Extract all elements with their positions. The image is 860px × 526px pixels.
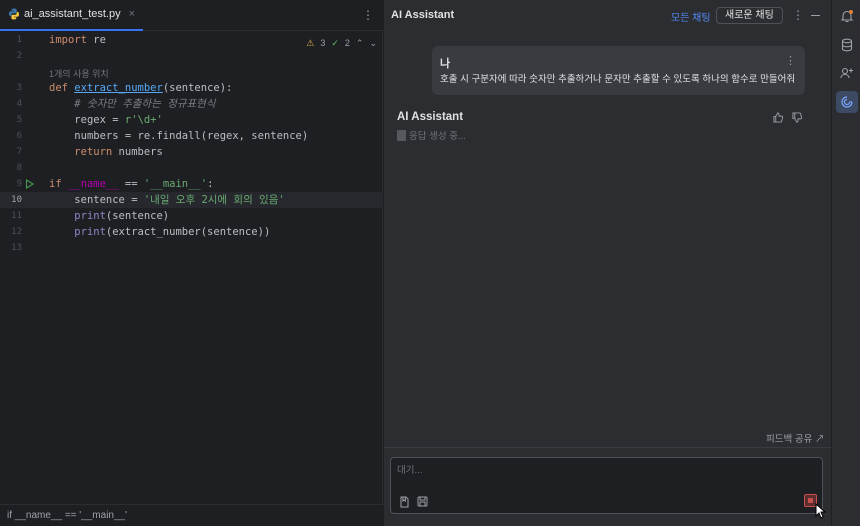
line-number: 9 [16,179,22,189]
line-number: 11 [11,211,22,221]
ai-response-author: AI Assistant [397,111,464,123]
code-text: : [207,178,214,190]
ai-assistant-panel: AI Assistant 모든 채팅 새로운 채팅 ⋮ 나 ⋮ 호출 시 구분자… [384,0,831,526]
thumbs-up-icon[interactable] [773,112,784,123]
ai-assistant-button[interactable] [836,91,858,113]
code-line: 6 numbers = re.findall(regex, sentence) [0,128,383,144]
line-number: 8 [16,163,22,173]
code-line: 8 [0,160,383,176]
typing-cursor [397,129,406,141]
function-name: extract_number [74,82,163,94]
file-tab-label: ai_assistant_test.py [24,8,121,20]
code-text: == [118,178,144,190]
add-context-icon[interactable] [399,496,410,508]
notifications-icon [840,10,854,23]
code-line: 2 [0,48,383,64]
line-number: 1 [16,35,22,45]
line-number: 3 [16,83,22,93]
database-button[interactable] [836,34,858,56]
line-number: 12 [11,227,22,237]
code-line: 12 print(extract_number(sentence)) [0,224,383,240]
code-text: re [86,34,106,46]
mouse-cursor-icon [815,503,827,519]
editor-more-icon[interactable]: ⋮ [362,8,374,22]
keyword: def [49,82,68,94]
line-number: 4 [16,99,22,109]
code-line: 7 return numbers [0,144,383,160]
ai-assistant-icon [841,96,853,108]
string-literal: '내일 오후 2시에 회의 있음' [143,194,285,206]
code-text: numbers [112,146,163,158]
editor-tabbar: ai_assistant_test.py × ⋮ [0,0,383,31]
code-line: 9 if __name__ == '__main__': [0,176,383,192]
builtin: print [74,210,106,222]
builtin: print [74,226,106,238]
dunder-name: __name__ [67,178,119,190]
assistant-title: AI Assistant [391,9,455,21]
file-tab[interactable]: ai_assistant_test.py × [0,0,144,31]
database-icon [841,38,853,52]
line-number: 6 [16,131,22,141]
feedback-buttons [773,112,803,123]
string-literal: r'\d+' [124,114,163,126]
share-feedback-link[interactable]: 피드백 공유 ↗ [766,431,824,445]
line-number: 7 [16,147,22,157]
plugins-button[interactable] [836,62,858,84]
user-message-bubble: 나 ⋮ 호출 시 구분자에 따라 숫자만 추출하거나 문자만 추출할 수 있도록… [432,46,805,95]
assistant-header: AI Assistant 모든 채팅 새로운 채팅 ⋮ [384,0,831,31]
line-number: 2 [16,51,22,61]
ide-window: ai_assistant_test.py × ⋮ 1 import re ⚠ 3 … [0,0,860,526]
line-number: 10 [11,195,22,205]
code-line: 4 # 숫자만 추출하는 정규표현식 [0,96,383,112]
editor-panel: ai_assistant_test.py × ⋮ 1 import re ⚠ 3 … [0,0,383,526]
close-tab-icon[interactable]: × [129,8,135,20]
keyword: if [49,178,62,190]
right-toolbar [831,0,860,526]
code-line: 13 [0,240,383,256]
keyword: return [74,146,113,158]
code-text: (sentence) [105,210,170,222]
code-editor[interactable]: 1 import re ⚠ 3 ✓ 2 ⌃ ⌄ 2 1개의 사용 위치 3 def … [0,31,383,501]
code-line: 5 regex = r'\d+' [0,112,383,128]
more-options-icon[interactable]: ⋮ [792,8,804,22]
code-line: 3 def extract_number(sentence): [0,80,383,96]
line-number: 5 [16,115,22,125]
code-text: numbers = re.findall(regex, sentence) [74,130,309,142]
message-more-icon[interactable]: ⋮ [785,54,796,67]
notifications-button[interactable] [836,5,858,27]
code-text: (sentence): [162,82,233,94]
generating-status: 응답 생성 중... [397,128,466,142]
all-chats-link[interactable]: 모든 채팅 [671,9,711,24]
input-placeholder: 대기... [397,465,423,476]
new-chat-button[interactable]: 새로운 채팅 [716,7,783,24]
generating-text: 응답 생성 중... [409,131,466,142]
divider [384,447,831,448]
minimize-icon[interactable] [811,15,820,16]
plugins-icon [840,67,853,79]
user-name: 나 [440,58,451,70]
user-message-text: 호출 시 구분자에 따라 숫자만 추출하거나 문자만 추출할 수 있도록 하나의… [440,74,796,85]
code-text: (extract_number(sentence)) [105,226,271,238]
line-number: 13 [11,243,22,253]
comment: # 숫자만 추출하는 정규표현식 [74,98,216,110]
code-line: 1 import re ⚠ 3 ✓ 2 ⌃ ⌄ [0,32,383,48]
keyword: import [49,34,87,46]
usage-hint[interactable]: 1개의 사용 위치 [49,67,109,80]
chat-input[interactable]: 대기... [390,457,823,514]
string-literal: '__main__' [143,178,208,190]
python-file-icon [9,8,19,20]
code-line: 11 print(sentence) [0,208,383,224]
save-icon[interactable] [417,496,428,507]
code-text: sentence = [74,194,144,206]
code-line-current: 10 sentence = '내일 오후 2시에 회의 있음' [0,192,383,208]
code-text: regex = [74,114,125,126]
thumbs-down-icon[interactable] [792,112,803,123]
breadcrumb[interactable]: if __name__ == '__main__' [0,504,383,526]
run-icon[interactable] [26,179,34,189]
